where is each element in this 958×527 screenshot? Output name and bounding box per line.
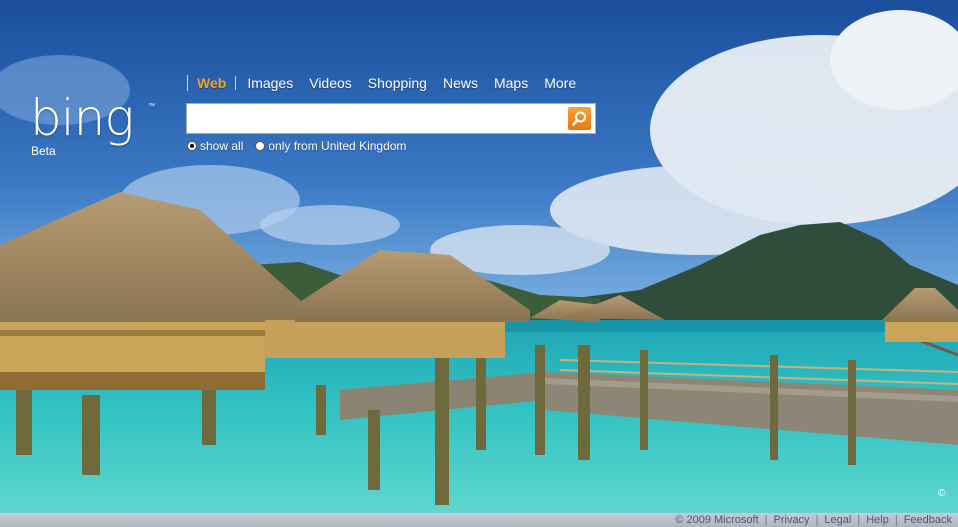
search-scope: show all only from United Kingdom	[187, 139, 418, 153]
scope-only-uk-label: only from United Kingdom	[268, 139, 407, 153]
footer-help-link[interactable]: Help	[866, 513, 889, 527]
search-icon	[572, 111, 586, 126]
nav-news[interactable]: News	[443, 75, 478, 91]
search-vertical-nav: Web Images Videos Shopping News Maps Mor…	[187, 74, 592, 92]
trademark-mark: ™	[148, 103, 155, 110]
footer-privacy-link[interactable]: Privacy	[774, 513, 810, 527]
beta-label: Beta	[31, 144, 56, 158]
logo-wordmark: bing	[30, 89, 134, 147]
footer-separator: |	[815, 514, 819, 526]
footer-separator: |	[857, 514, 861, 526]
radio-checked-icon[interactable]	[187, 141, 197, 151]
footer: © 2009 Microsoft | Privacy | Legal | Hel…	[0, 513, 958, 527]
search-box	[186, 103, 596, 134]
footer-feedback-link[interactable]: Feedback	[904, 513, 952, 527]
footer-legal-link[interactable]: Legal	[824, 513, 851, 527]
bing-homepage: bing ™ Beta Web Images Videos Shopping N…	[0, 0, 958, 527]
nav-maps[interactable]: Maps	[494, 75, 528, 91]
nav-shopping[interactable]: Shopping	[368, 75, 427, 91]
footer-copyright: © 2009 Microsoft	[675, 514, 759, 526]
nav-images[interactable]: Images	[247, 75, 293, 91]
nav-videos[interactable]: Videos	[309, 75, 352, 91]
scope-show-all-label: show all	[200, 139, 244, 153]
footer-links: © 2009 Microsoft | Privacy | Legal | Hel…	[669, 513, 952, 527]
scope-show-all[interactable]: show all	[187, 139, 243, 153]
radio-unchecked-icon[interactable]	[255, 141, 266, 151]
nav-divider	[235, 76, 237, 90]
footer-separator: |	[894, 514, 898, 526]
nav-more[interactable]: More	[544, 75, 576, 91]
footer-separator: |	[764, 514, 768, 526]
nav-web[interactable]: Web	[197, 75, 226, 91]
image-info-icon[interactable]: ©	[938, 488, 945, 499]
search-input[interactable]	[187, 104, 577, 133]
bing-logo[interactable]: bing ™ Beta	[30, 89, 155, 158]
scope-only-uk[interactable]: only from United Kingdom	[255, 139, 406, 153]
nav-divider	[187, 75, 188, 91]
search-button[interactable]	[568, 107, 591, 130]
